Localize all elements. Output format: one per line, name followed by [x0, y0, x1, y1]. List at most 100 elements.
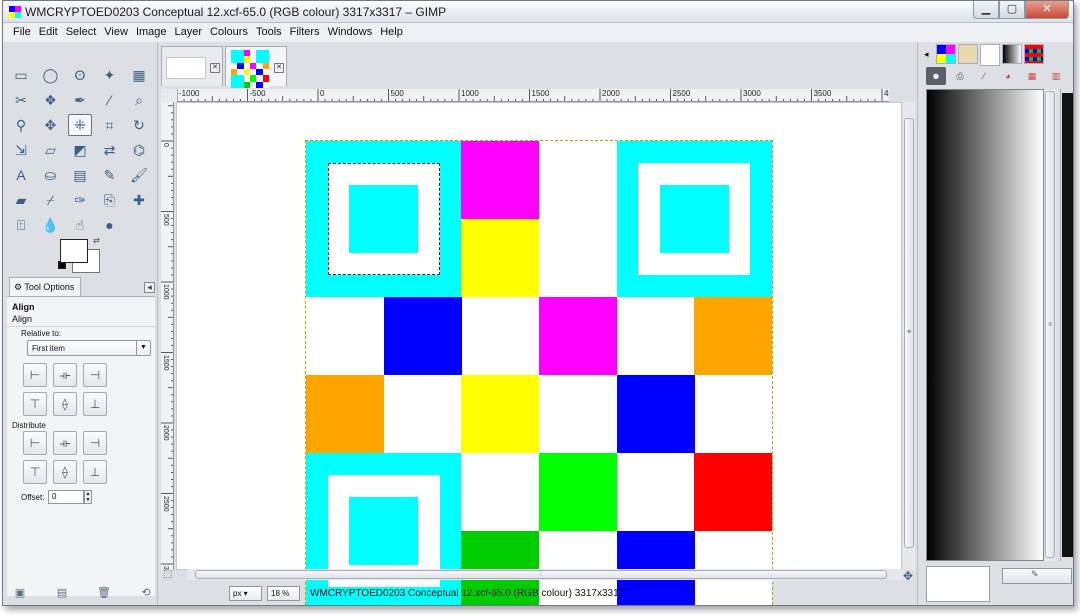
colormap-icon[interactable]	[1024, 44, 1044, 64]
menu-file[interactable]: File	[13, 23, 37, 42]
pencil-icon[interactable]: ✎	[98, 164, 122, 186]
restore-options-icon[interactable]: ▤	[55, 587, 69, 599]
vertical-scrollbar[interactable]: ≡	[903, 102, 915, 570]
fonts-icon[interactable]: ▥	[1046, 67, 1066, 85]
perspective-clone-icon[interactable]: ⍐	[9, 214, 33, 236]
ruler-corner[interactable]	[161, 89, 177, 102]
maximize-button[interactable]: ▢	[999, 1, 1025, 19]
dock-scroll-thumb[interactable]: ≡	[1045, 91, 1055, 558]
menu-edit[interactable]: Edit	[39, 23, 64, 42]
clone-icon[interactable]: ⎘	[98, 189, 122, 211]
dodge-burn-icon[interactable]: ●	[98, 214, 122, 236]
align-right-button[interactable]: ⊣	[83, 363, 107, 387]
shear-icon[interactable]: ▱	[39, 139, 63, 161]
menu-image[interactable]: Image	[136, 23, 173, 42]
align-bottom-button[interactable]: ⊥	[83, 392, 107, 416]
brush-icon[interactable]	[958, 44, 978, 64]
close-button[interactable]: ✕	[1025, 1, 1069, 19]
fuzzy-select-icon[interactable]: ✦	[98, 64, 122, 86]
close-icon[interactable]: ✕	[274, 63, 284, 73]
distribute-hcenter-button[interactable]: ⟛	[53, 431, 77, 455]
edit-gradient-button[interactable]: ✎	[1002, 568, 1072, 584]
gimp-icon[interactable]: ☻	[926, 67, 946, 85]
offset-input[interactable]: 0	[48, 490, 84, 504]
distribute-vcenter-button[interactable]: ⟠	[53, 460, 77, 484]
ellipse-select-icon[interactable]: ◯	[39, 64, 63, 86]
align-icon[interactable]: ⁜	[68, 114, 92, 136]
close-icon[interactable]: ✕	[210, 63, 220, 73]
image-tab-blank[interactable]: ✕	[161, 46, 223, 86]
text-icon[interactable]: A	[9, 164, 33, 186]
color-swatch-preview[interactable]	[926, 566, 990, 602]
tab-tool-options[interactable]: ⚙ Tool Options	[9, 277, 81, 297]
save-options-icon[interactable]: ▣	[13, 587, 27, 599]
image-canvas[interactable]	[305, 140, 773, 605]
move-icon[interactable]: ✥	[39, 114, 63, 136]
gradient-icon[interactable]	[1002, 44, 1022, 64]
horizontal-scroll-thumb[interactable]: ⋮	[195, 570, 887, 579]
palette-icon[interactable]	[936, 44, 956, 64]
horizontal-ruler[interactable]: -1000 -500 0 500 1000 1500 2000 2500 3000 3500 400…	[177, 89, 889, 102]
offset-spinner[interactable]: ▲ ▼	[84, 490, 92, 504]
menu-filters[interactable]: Filters	[290, 23, 326, 42]
image-tab-conceptual[interactable]: ✕	[225, 46, 287, 88]
tab-menu-icon[interactable]: ◂	[924, 49, 929, 60]
tab-menu-icon[interactable]: ◂	[144, 282, 155, 293]
gradient-preview[interactable]	[926, 89, 1044, 561]
ink-icon[interactable]: ✑	[68, 189, 92, 211]
dock-scrollbar[interactable]: ≡	[1044, 89, 1056, 561]
measure-icon[interactable]: ⚲	[9, 114, 33, 136]
color-select-icon[interactable]: ▦	[127, 64, 151, 86]
selection-marquee[interactable]	[327, 162, 440, 276]
palette-icon[interactable]: ▦	[1022, 67, 1042, 85]
horizontal-scrollbar[interactable]: ⋮	[187, 569, 903, 580]
distribute-top-button[interactable]: ⊤	[23, 460, 47, 484]
paths-icon[interactable]: ✒	[68, 89, 92, 111]
blend-icon[interactable]: ▤	[68, 164, 92, 186]
scissors-select-icon[interactable]: ✂	[9, 89, 33, 111]
rect-select-icon[interactable]: ▭	[9, 64, 33, 86]
foreground-color-swatch[interactable]	[60, 239, 88, 263]
title-bar[interactable]: WMCRYPTOED0203 Conceptual 12.xcf-65.0 (R…	[3, 1, 1073, 23]
scale-icon[interactable]: ⇲	[9, 139, 33, 161]
colors-icon[interactable]: ◕	[998, 67, 1018, 85]
menu-select[interactable]: Select	[66, 23, 103, 42]
align-left-button[interactable]: ⊢	[23, 363, 47, 387]
pattern-icon[interactable]	[980, 44, 1000, 66]
vertical-ruler[interactable]: 050010001500200025003000	[161, 102, 174, 570]
menu-layer[interactable]: Layer	[175, 23, 209, 42]
navigate-icon[interactable]: ✥	[903, 569, 913, 583]
align-vcenter-button[interactable]: ⟠	[53, 392, 77, 416]
zoom-icon[interactable]: ⌕	[127, 89, 151, 111]
vertical-scroll-thumb[interactable]: ≡	[904, 118, 914, 548]
smudge-icon[interactable]: ☝	[68, 214, 92, 236]
flip-icon[interactable]: ⇄	[98, 139, 122, 161]
crop-icon[interactable]: ⌗	[98, 114, 122, 136]
perspective-icon[interactable]: ◩	[68, 139, 92, 161]
swap-colors-icon[interactable]: ⇄	[93, 236, 100, 245]
menu-colours[interactable]: Colours	[210, 23, 254, 42]
unit-select[interactable]: px ▾	[229, 586, 262, 601]
cage-icon[interactable]: ⌬	[127, 139, 151, 161]
menu-windows[interactable]: Windows	[328, 23, 379, 42]
menu-tools[interactable]: Tools	[256, 23, 288, 42]
free-select-icon[interactable]: ʘ	[68, 64, 92, 86]
menu-view[interactable]: View	[104, 23, 134, 42]
reset-options-icon[interactable]: ⟲	[139, 587, 153, 599]
heal-icon[interactable]: ✚	[127, 189, 151, 211]
rotate-icon[interactable]: ↻	[127, 114, 151, 136]
paintbrush-icon[interactable]: ⁄	[974, 67, 994, 85]
distribute-right-button[interactable]: ⊣	[83, 431, 107, 455]
minimize-button[interactable]: ▁	[973, 1, 999, 19]
distribute-left-button[interactable]: ⊢	[23, 431, 47, 455]
airbrush-icon[interactable]: ⌿	[39, 189, 63, 211]
zoom-select[interactable]: 18 %	[267, 586, 300, 601]
bucket-fill-icon[interactable]: ⛀	[39, 164, 63, 186]
delete-options-icon[interactable]: 🗑	[97, 587, 111, 599]
paintbrush-icon[interactable]: 🖌	[127, 164, 151, 186]
relative-to-select[interactable]: First item ▼	[27, 340, 151, 356]
align-top-button[interactable]: ⊤	[23, 392, 47, 416]
align-hcenter-button[interactable]: ⟛	[53, 363, 77, 387]
distribute-bottom-button[interactable]: ⊥	[83, 460, 107, 484]
foreground-select-icon[interactable]: ❖	[39, 89, 63, 111]
